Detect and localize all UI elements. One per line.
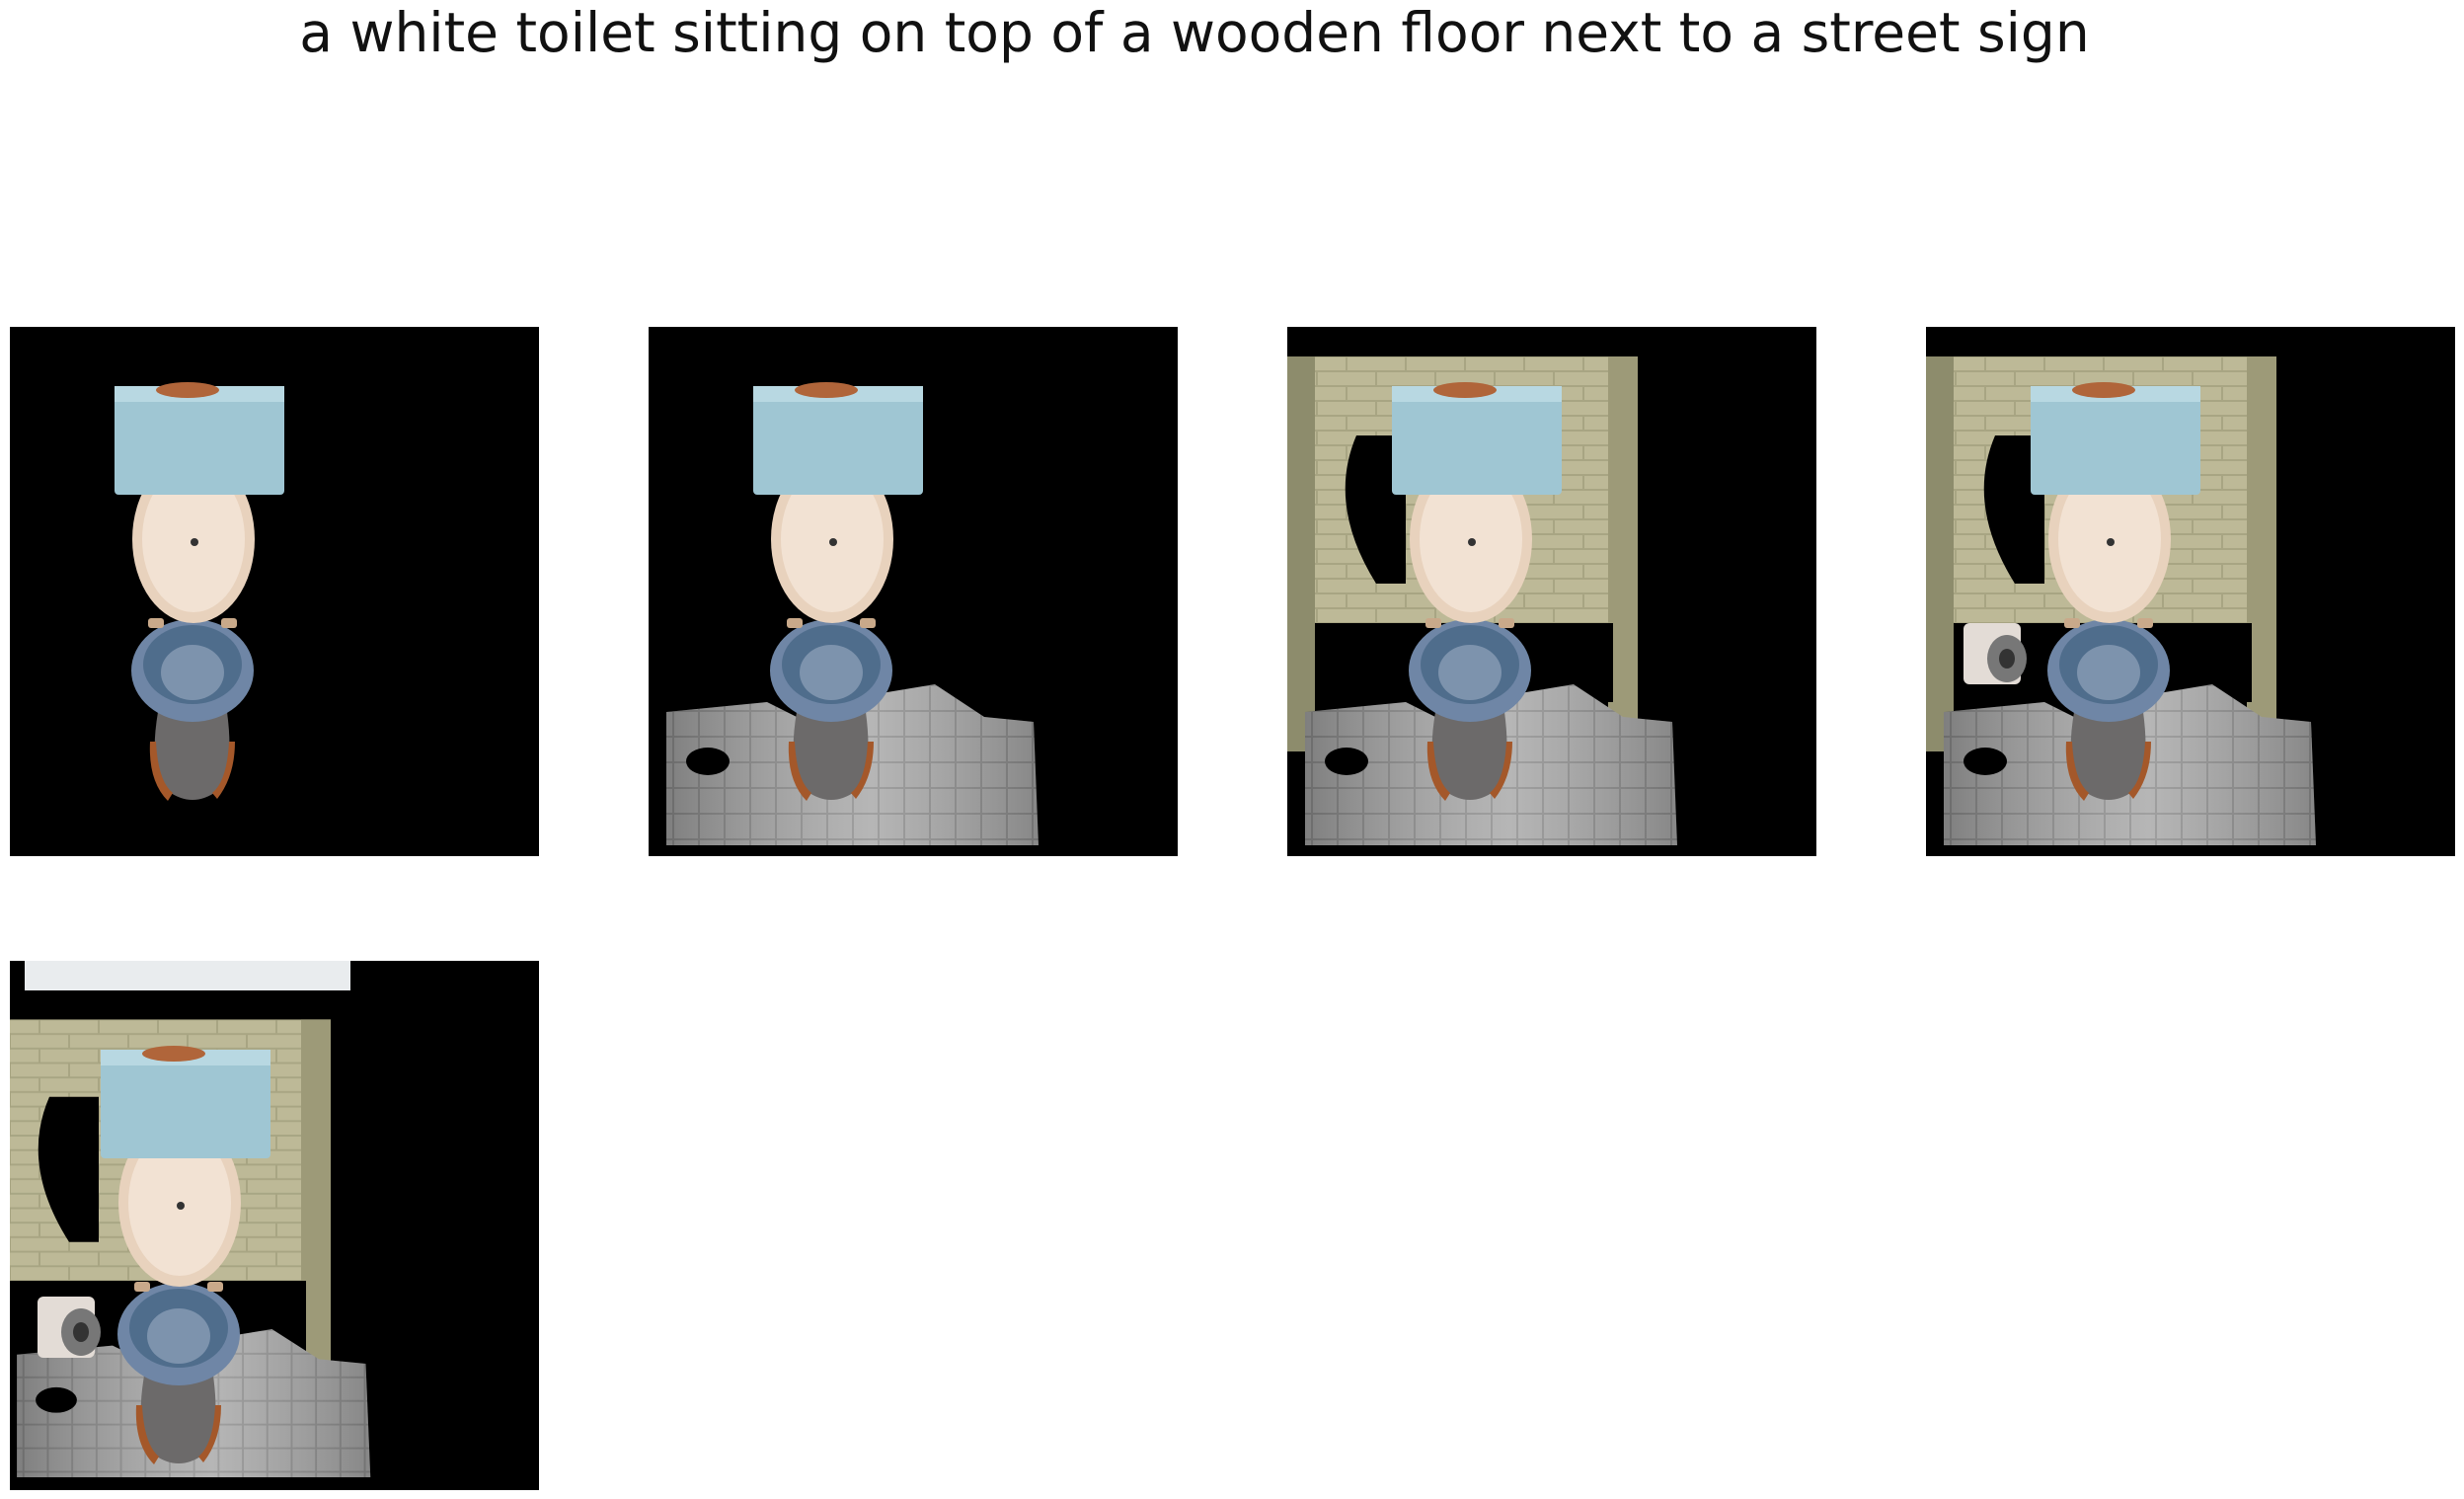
toilet-only-render-image: [115, 382, 284, 801]
toilet-floor-wall-render: [1287, 327, 1816, 856]
window: [25, 961, 350, 990]
toilet-floor-wall-paper-render: [1926, 327, 2455, 856]
full-scene-render-image: [10, 961, 538, 1490]
toilet-floor-wall-render-image: [1287, 356, 1677, 845]
toilet-only-render: [10, 327, 539, 856]
figure-title: a white toilet sitting on top of a woode…: [299, 1, 2090, 64]
toilet-floor-wall-paper-render-image: [1926, 356, 2316, 845]
toilet-floor-render: [649, 327, 1178, 856]
full-scene-render: [10, 961, 539, 1490]
toilet-floor-render-image: [666, 382, 1039, 845]
